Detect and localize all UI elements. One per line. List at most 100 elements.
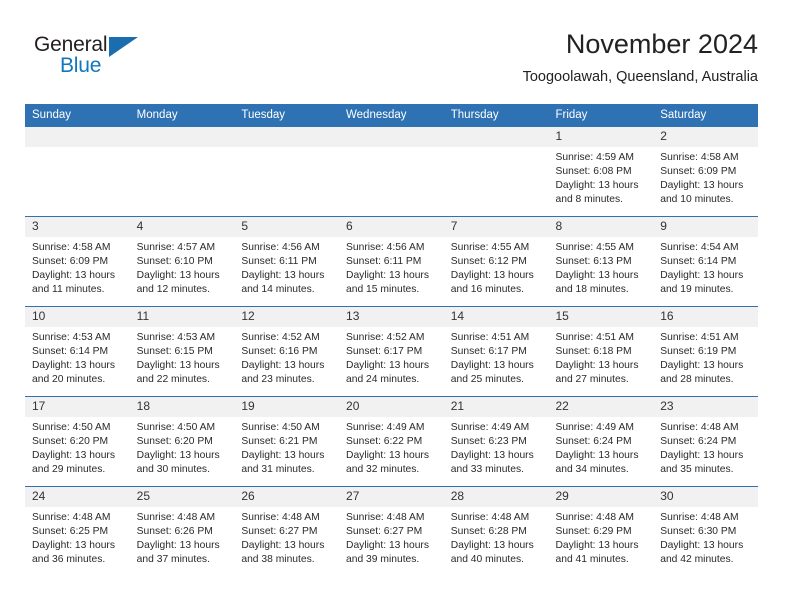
calendar-day-cell[interactable]: 24 Sunrise: 4:48 AM Sunset: 6:25 PM Dayligh… bbox=[25, 486, 130, 576]
calendar-day-cell[interactable]: 4 Sunrise: 4:57 AM Sunset: 6:10 PM Daylight… bbox=[129, 216, 235, 307]
sunset-text: Sunset: 6:18 PM bbox=[555, 346, 632, 358]
calendar-day-cell[interactable]: 9 Sunrise: 4:54 AM Sunset: 6:14 PM Daylight… bbox=[653, 216, 758, 307]
daylight-text: Daylight: 13 hours bbox=[346, 450, 430, 462]
day-sun-info: Sunrise: 4:48 AM Sunset: 6:29 PM Daylight:… bbox=[548, 507, 653, 567]
day-number: 27 bbox=[339, 487, 444, 507]
day-sun-info: Sunrise: 4:57 AM Sunset: 6:10 PM Daylight:… bbox=[130, 237, 235, 297]
daylight-text: and 14 minutes. bbox=[241, 284, 315, 296]
sunset-text: Sunset: 6:28 PM bbox=[450, 526, 527, 538]
sunset-text: Sunset: 6:09 PM bbox=[32, 256, 109, 268]
calendar-day-cell[interactable]: 20 Sunrise: 4:49 AM Sunset: 6:22 PM Dayligh… bbox=[339, 396, 444, 487]
day-sun-info: Sunrise: 4:53 AM Sunset: 6:14 PM Daylight:… bbox=[25, 327, 130, 387]
day-number: 9 bbox=[653, 217, 758, 237]
calendar-day-cell[interactable]: 5 Sunrise: 4:56 AM Sunset: 6:11 PM Daylight… bbox=[234, 216, 340, 307]
day-sun-info: Sunrise: 4:58 AM Sunset: 6:09 PM Daylight:… bbox=[25, 237, 130, 297]
sunrise-text: Sunrise: 4:55 AM bbox=[555, 242, 634, 253]
calendar-day-cell[interactable]: 10 Sunrise: 4:53 AM Sunset: 6:14 PM Dayligh… bbox=[25, 306, 130, 397]
day-number bbox=[443, 127, 549, 147]
calendar-day-cell[interactable]: 21 Sunrise: 4:49 AM Sunset: 6:23 PM Dayligh… bbox=[443, 396, 549, 487]
daylight-text: Daylight: 13 hours bbox=[555, 450, 639, 462]
daylight-text: Daylight: 13 hours bbox=[32, 540, 115, 552]
calendar-day-cell[interactable]: 3 Sunrise: 4:58 AM Sunset: 6:09 PM Daylight… bbox=[25, 216, 130, 307]
day-sun-info: Sunrise: 4:48 AM Sunset: 6:27 PM Daylight:… bbox=[234, 507, 339, 567]
calendar-page: General Blue November 2024 Toogoolawah, … bbox=[0, 0, 792, 612]
daylight-text: and 24 minutes. bbox=[346, 374, 420, 386]
daylight-text: Daylight: 13 hours bbox=[136, 360, 220, 372]
day-number: 7 bbox=[443, 217, 549, 237]
calendar-day-cell[interactable]: 1 Sunrise: 4:59 AM Sunset: 6:08 PM Daylight… bbox=[548, 127, 654, 217]
calendar-day-cell[interactable]: 17 Sunrise: 4:50 AM Sunset: 6:20 PM Dayligh… bbox=[25, 396, 130, 487]
day-sun-info: Sunrise: 4:56 AM Sunset: 6:11 PM Daylight:… bbox=[339, 237, 444, 297]
day-number: 17 bbox=[25, 397, 130, 417]
daylight-text: Daylight: 13 hours bbox=[450, 270, 534, 282]
daylight-text: and 23 minutes. bbox=[241, 374, 315, 386]
daylight-text: and 33 minutes. bbox=[450, 464, 525, 476]
sunset-text: Sunset: 6:10 PM bbox=[136, 256, 213, 268]
calendar-day-cell[interactable]: 30 Sunrise: 4:48 AM Sunset: 6:30 PM Dayligh… bbox=[653, 486, 758, 576]
calendar-day-cell[interactable]: 27 Sunrise: 4:48 AM Sunset: 6:27 PM Dayligh… bbox=[339, 486, 444, 576]
weekday-header-tuesday: Tuesday bbox=[234, 104, 340, 127]
generalblue-logo[interactable]: General Blue bbox=[34, 33, 164, 81]
sunset-text: Sunset: 6:12 PM bbox=[450, 256, 527, 268]
sunset-text: Sunset: 6:14 PM bbox=[660, 256, 737, 268]
sunrise-text: Sunrise: 4:48 AM bbox=[660, 422, 739, 433]
weekday-header-saturday: Saturday bbox=[653, 104, 758, 127]
sunrise-text: Sunrise: 4:49 AM bbox=[450, 422, 530, 433]
calendar-day-cell[interactable]: 22 Sunrise: 4:49 AM Sunset: 6:24 PM Dayligh… bbox=[548, 396, 654, 487]
daylight-text: and 18 minutes. bbox=[555, 284, 629, 296]
daylight-text: Daylight: 13 hours bbox=[450, 540, 534, 552]
calendar-day-cell[interactable]: 25 Sunrise: 4:48 AM Sunset: 6:26 PM Dayligh… bbox=[129, 486, 235, 576]
calendar-day-cell[interactable]: 8 Sunrise: 4:55 AM Sunset: 6:13 PM Daylight… bbox=[548, 216, 654, 307]
calendar-day-cell[interactable]: 29 Sunrise: 4:48 AM Sunset: 6:29 PM Dayligh… bbox=[548, 486, 654, 576]
page-header: General Blue November 2024 Toogoolawah, … bbox=[0, 0, 792, 100]
day-sun-info: Sunrise: 4:58 AM Sunset: 6:09 PM Daylight:… bbox=[653, 147, 758, 207]
sunrise-text: Sunrise: 4:57 AM bbox=[136, 242, 216, 253]
day-number: 8 bbox=[548, 217, 654, 237]
daylight-text: Daylight: 13 hours bbox=[660, 360, 744, 372]
sunset-text: Sunset: 6:24 PM bbox=[660, 436, 737, 448]
calendar-empty-cell bbox=[129, 127, 235, 217]
calendar-day-cell[interactable]: 14 Sunrise: 4:51 AM Sunset: 6:17 PM Dayligh… bbox=[443, 306, 549, 397]
calendar-week-row: 24 Sunrise: 4:48 AM Sunset: 6:25 PM Dayligh… bbox=[25, 486, 758, 576]
day-number: 5 bbox=[234, 217, 340, 237]
calendar-day-cell[interactable]: 19 Sunrise: 4:50 AM Sunset: 6:21 PM Dayligh… bbox=[234, 396, 340, 487]
sunrise-sunset-calendar: Sunday Monday Tuesday Wednesday Thursday… bbox=[25, 104, 758, 576]
calendar-day-cell[interactable]: 11 Sunrise: 4:53 AM Sunset: 6:15 PM Dayligh… bbox=[129, 306, 235, 397]
calendar-day-cell[interactable]: 18 Sunrise: 4:50 AM Sunset: 6:20 PM Dayligh… bbox=[129, 396, 235, 487]
day-number: 13 bbox=[339, 307, 444, 327]
weekday-header-thursday: Thursday bbox=[443, 104, 549, 127]
daylight-text: Daylight: 13 hours bbox=[136, 450, 220, 462]
daylight-text: and 12 minutes. bbox=[136, 284, 210, 296]
day-number: 2 bbox=[653, 127, 758, 147]
calendar-day-cell[interactable]: 15 Sunrise: 4:51 AM Sunset: 6:18 PM Dayligh… bbox=[548, 306, 654, 397]
daylight-text: and 31 minutes. bbox=[241, 464, 315, 476]
day-sun-info: Sunrise: 4:55 AM Sunset: 6:13 PM Daylight:… bbox=[548, 237, 653, 297]
calendar-day-cell[interactable]: 23 Sunrise: 4:48 AM Sunset: 6:24 PM Dayligh… bbox=[653, 396, 758, 487]
sunset-text: Sunset: 6:14 PM bbox=[32, 346, 109, 358]
calendar-day-cell[interactable]: 7 Sunrise: 4:55 AM Sunset: 6:12 PM Daylight… bbox=[443, 216, 549, 307]
sunset-text: Sunset: 6:29 PM bbox=[555, 526, 632, 538]
day-number: 18 bbox=[129, 397, 235, 417]
day-number: 15 bbox=[548, 307, 654, 327]
calendar-day-cell[interactable]: 2 Sunrise: 4:58 AM Sunset: 6:09 PM Daylight… bbox=[653, 127, 758, 217]
daylight-text: Daylight: 13 hours bbox=[346, 360, 430, 372]
calendar-day-cell[interactable]: 13 Sunrise: 4:52 AM Sunset: 6:17 PM Dayligh… bbox=[339, 306, 444, 397]
day-number: 3 bbox=[25, 217, 130, 237]
sunrise-text: Sunrise: 4:48 AM bbox=[555, 512, 634, 523]
calendar-day-cell[interactable]: 16 Sunrise: 4:51 AM Sunset: 6:19 PM Dayligh… bbox=[653, 306, 758, 397]
day-sun-info: Sunrise: 4:50 AM Sunset: 6:21 PM Daylight:… bbox=[234, 417, 339, 477]
calendar-day-cell[interactable]: 12 Sunrise: 4:52 AM Sunset: 6:16 PM Dayligh… bbox=[234, 306, 340, 397]
calendar-day-cell[interactable]: 26 Sunrise: 4:48 AM Sunset: 6:27 PM Dayligh… bbox=[234, 486, 340, 576]
daylight-text: Daylight: 13 hours bbox=[450, 360, 534, 372]
sunrise-text: Sunrise: 4:48 AM bbox=[241, 512, 320, 523]
sunset-text: Sunset: 6:08 PM bbox=[555, 166, 632, 178]
daylight-text: and 39 minutes. bbox=[346, 554, 420, 566]
calendar-day-cell[interactable]: 6 Sunrise: 4:56 AM Sunset: 6:11 PM Daylight… bbox=[339, 216, 444, 307]
sunrise-text: Sunrise: 4:58 AM bbox=[32, 242, 111, 253]
sunrise-text: Sunrise: 4:48 AM bbox=[346, 512, 425, 523]
sunrise-text: Sunrise: 4:56 AM bbox=[346, 242, 425, 253]
sunset-text: Sunset: 6:30 PM bbox=[660, 526, 737, 538]
day-sun-info: Sunrise: 4:50 AM Sunset: 6:20 PM Daylight:… bbox=[25, 417, 130, 477]
day-sun-info: Sunrise: 4:48 AM Sunset: 6:24 PM Daylight:… bbox=[653, 417, 758, 477]
calendar-day-cell[interactable]: 28 Sunrise: 4:48 AM Sunset: 6:28 PM Dayligh… bbox=[443, 486, 549, 576]
